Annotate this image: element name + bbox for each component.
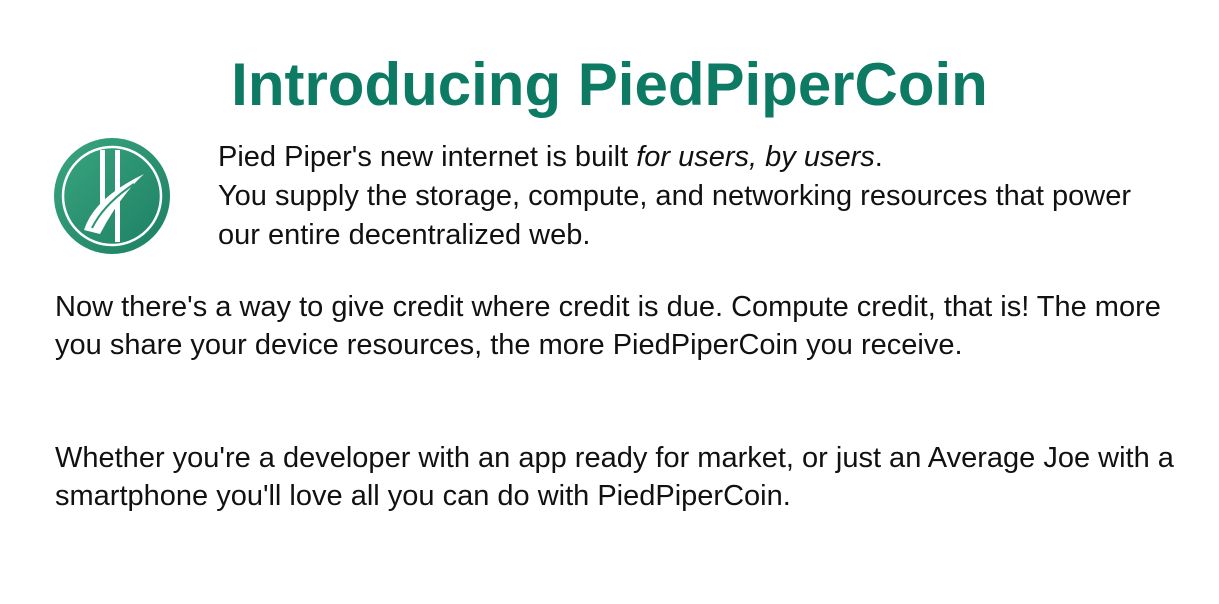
paragraph-credit: Now there's a way to give credit where c… bbox=[55, 291, 1161, 361]
intro-line1-prefix: Pied Piper's new internet is built bbox=[218, 141, 637, 173]
coin-logo-svg bbox=[54, 138, 170, 254]
intro-line2: You supply the storage, compute, and net… bbox=[218, 180, 1131, 251]
intro-line1-emphasis: for users, by users bbox=[636, 141, 875, 173]
piedpipercoin-logo-icon bbox=[54, 138, 170, 254]
page-title: Introducing PiedPiperCoin bbox=[231, 51, 988, 118]
paragraph-audience: Whether you're a developer with an app r… bbox=[55, 442, 1174, 512]
intro-line1-suffix: . bbox=[874, 141, 883, 173]
intro-text: Pied Piper's new internet is built for u… bbox=[218, 138, 1178, 255]
